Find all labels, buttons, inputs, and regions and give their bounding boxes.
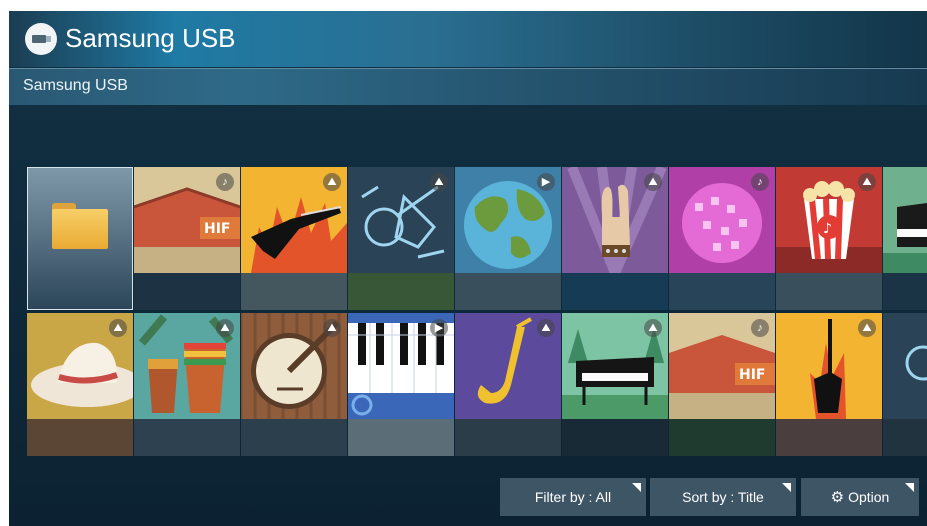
photo-icon: ⛰ xyxy=(109,319,127,337)
media-tile-piano-forest[interactable]: ⛰ xyxy=(562,313,668,456)
thumbnail: ⛰ xyxy=(562,313,668,419)
thumbnail: ▶ xyxy=(455,167,561,273)
page-title: Samsung USB xyxy=(65,23,236,53)
tile-caption xyxy=(348,273,454,310)
sort-button-label: Sort by : Title xyxy=(682,489,764,505)
media-tile-instrument-outlines[interactable]: ⛰ xyxy=(348,167,454,310)
content-grid: HIF ♪ ⛰ ⛰ ▶ ⛰ ♪ ♪ ⛰ ⛰ ⛰ ⛰ ▶ ⛰ ⛰ HIF ♪ ⛰ xyxy=(27,167,927,459)
thumbnail: ▶ xyxy=(348,313,454,419)
tile-caption xyxy=(241,273,347,310)
corner-indicator-icon xyxy=(632,483,641,492)
photo-icon: ⛰ xyxy=(644,173,662,191)
sort-button[interactable]: Sort by : Title xyxy=(650,478,796,516)
filter-button-label: Filter by : All xyxy=(534,489,612,505)
thumbnail: ⛰ xyxy=(134,313,240,419)
tile-caption xyxy=(134,419,240,456)
music-note-icon: ♪ xyxy=(216,173,234,191)
option-button[interactable]: ⚙ Option xyxy=(801,478,919,516)
thumbnail: ♪ xyxy=(669,167,775,273)
svg-text:♪: ♪ xyxy=(823,221,832,237)
photo-icon: ⛰ xyxy=(323,319,341,337)
corner-indicator-icon xyxy=(905,483,914,492)
thumbnail: HIF ♪ xyxy=(669,313,775,419)
svg-text:HIF: HIF xyxy=(739,367,766,383)
folder-tile[interactable] xyxy=(27,167,133,310)
tile-caption xyxy=(455,273,561,310)
thumbnail: ♪ ⛰ xyxy=(776,167,882,273)
music-note-icon: ♪ xyxy=(751,173,769,191)
media-tile-conga-drums[interactable]: ⛰ xyxy=(134,313,240,456)
media-tile-rock-hand[interactable]: ⛰ xyxy=(562,167,668,310)
media-tile-globe[interactable]: ▶ xyxy=(455,167,561,310)
bottom-toolbar: Filter by : All Sort by : Title ⚙ Option xyxy=(9,476,927,526)
tile-caption xyxy=(883,419,927,456)
media-tile-straw-hat[interactable]: ⛰ xyxy=(27,313,133,456)
tile-caption xyxy=(669,273,775,310)
svg-text:HIF: HIF xyxy=(204,221,231,237)
photo-icon: ⛰ xyxy=(858,319,876,337)
media-tile-electric-guitar-2[interactable]: ⛰ xyxy=(776,313,882,456)
tile-caption xyxy=(241,419,347,456)
tile-caption xyxy=(455,419,561,456)
photo-icon: ⛰ xyxy=(644,319,662,337)
media-tile-popcorn[interactable]: ♪ ⛰ xyxy=(776,167,882,310)
option-button-label: Option xyxy=(848,489,890,505)
media-tile-instrument-outlines-partial[interactable] xyxy=(883,313,927,456)
tile-caption xyxy=(669,419,775,456)
thumbnail: ⛰ xyxy=(776,313,882,419)
media-tile-stage-tent-2[interactable]: HIF ♪ xyxy=(669,313,775,456)
tile-caption xyxy=(348,419,454,456)
play-icon: ▶ xyxy=(430,319,448,337)
thumbnail: ⛰ xyxy=(455,313,561,419)
tile-caption xyxy=(27,419,133,456)
corner-indicator-icon xyxy=(782,483,791,492)
media-tile-banjo[interactable]: ⛰ xyxy=(241,313,347,456)
filter-button[interactable]: Filter by : All xyxy=(500,478,646,516)
tile-caption xyxy=(134,273,240,310)
thumbnail: ⛰ xyxy=(27,313,133,419)
tile-caption xyxy=(562,273,668,310)
folder-icon xyxy=(52,203,108,249)
title-bar: Samsung USB xyxy=(9,11,927,67)
media-tile-disco-ball[interactable]: ♪ xyxy=(669,167,775,310)
thumbnail: ⛰ xyxy=(241,167,347,273)
thumbnail xyxy=(883,167,927,273)
thumbnail: ⛰ xyxy=(241,313,347,419)
tile-caption xyxy=(883,273,927,310)
tile-caption xyxy=(562,419,668,456)
media-tile-saxophone[interactable]: ⛰ xyxy=(455,313,561,456)
media-tile-stage-tent[interactable]: HIF ♪ xyxy=(134,167,240,310)
breadcrumb: Samsung USB xyxy=(23,77,128,94)
photo-icon: ⛰ xyxy=(323,173,341,191)
media-tile-piano-forest-partial[interactable] xyxy=(883,167,927,310)
play-icon: ▶ xyxy=(537,173,555,191)
thumbnail: ⛰ xyxy=(562,167,668,273)
thumbnail: ⛰ xyxy=(348,167,454,273)
photo-icon: ⛰ xyxy=(430,173,448,191)
photo-icon: ⛰ xyxy=(537,319,555,337)
photo-icon: ⛰ xyxy=(858,173,876,191)
media-browser-screen: Samsung USB Samsung USB HIF ♪ ⛰ ⛰ ▶ ⛰ ♪ … xyxy=(9,11,927,526)
music-note-icon: ♪ xyxy=(751,319,769,337)
gear-icon: ⚙ xyxy=(830,489,845,506)
breadcrumb-bar: Samsung USB xyxy=(9,68,927,105)
media-tile-keyboard[interactable]: ▶ xyxy=(348,313,454,456)
usb-drive-icon xyxy=(25,23,57,55)
tile-caption xyxy=(776,419,882,456)
media-tile-electric-guitar[interactable]: ⛰ xyxy=(241,167,347,310)
thumbnail: HIF ♪ xyxy=(134,167,240,273)
tile-caption xyxy=(776,273,882,310)
thumbnail xyxy=(883,313,927,419)
photo-icon: ⛰ xyxy=(216,319,234,337)
